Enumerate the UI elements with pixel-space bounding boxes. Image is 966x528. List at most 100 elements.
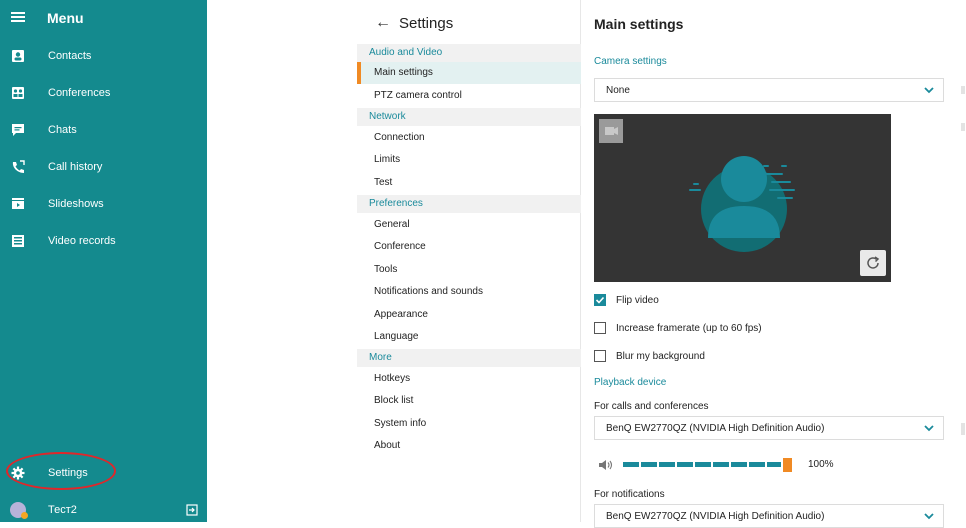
nav-item-label: Hotkeys	[374, 373, 411, 384]
conferences-icon	[12, 87, 24, 99]
nav-item-label: Main settings	[374, 67, 433, 78]
current-user[interactable]: Тест2	[0, 500, 207, 522]
main-menu: Menu Contacts Conferences Chats Call his…	[0, 0, 207, 522]
menu-header: Menu	[0, 0, 207, 36]
nav-item-general[interactable]: General	[357, 214, 581, 236]
nav-item-ptz-camera-control[interactable]: PTZ camera control	[357, 85, 581, 107]
settings-highlight-circle	[6, 452, 116, 490]
calls-device-label: For calls and conferences	[594, 401, 709, 412]
camera-settings-label: Camera settings	[594, 56, 667, 67]
nav-section-label: Audio and Video	[369, 47, 443, 58]
menu-item-call-history[interactable]: Call history	[0, 153, 207, 183]
volume-slider[interactable]	[623, 457, 798, 473]
menu-item-contacts[interactable]: Contacts	[0, 42, 207, 72]
playback-device-label: Playback device	[594, 377, 667, 388]
nav-section-audio-video: Audio and Video	[357, 44, 581, 62]
nav-item-block-list[interactable]: Block list	[357, 390, 581, 412]
edge-decoration	[961, 86, 965, 94]
nav-item-about[interactable]: About	[357, 435, 581, 457]
menu-item-chats[interactable]: Chats	[0, 116, 207, 146]
nav-item-test[interactable]: Test	[357, 172, 581, 194]
settings-nav-header: ← Settings	[357, 0, 581, 44]
menu-item-video-records[interactable]: Video records	[0, 227, 207, 257]
menu-item-conferences[interactable]: Conferences	[0, 79, 207, 109]
back-arrow-icon[interactable]: ←	[375, 14, 391, 32]
settings-nav: ← Settings Audio and Video Main settings…	[357, 0, 581, 522]
notifications-device-select[interactable]: BenQ EW2770QZ (NVIDIA High Definition Au…	[594, 504, 944, 528]
nav-item-system-info[interactable]: System info	[357, 413, 581, 435]
nav-item-label: Block list	[374, 395, 414, 406]
notifications-device-label: For notifications	[594, 489, 665, 500]
nav-item-notifications-and-sounds[interactable]: Notifications and sounds	[357, 281, 581, 303]
nav-section-label: Preferences	[369, 198, 423, 209]
call-history-icon	[12, 160, 25, 173]
nav-item-label: Connection	[374, 132, 425, 143]
checkbox-label: Flip video	[616, 295, 659, 306]
checkbox[interactable]	[594, 350, 606, 362]
nav-item-label: Appearance	[374, 309, 428, 320]
menu-title: Menu	[47, 10, 84, 26]
chevron-down-icon	[924, 87, 934, 94]
volume-percent: 100%	[808, 459, 834, 470]
checkbox-label: Increase framerate (up to 60 fps)	[616, 323, 762, 334]
nav-item-tools[interactable]: Tools	[357, 259, 581, 281]
nav-item-label: Test	[374, 177, 393, 188]
volume-slider-thumb	[783, 458, 792, 472]
menu-item-slideshows[interactable]: Slideshows	[0, 190, 207, 220]
settings-nav-title: Settings	[399, 15, 454, 32]
nav-item-language[interactable]: Language	[357, 326, 581, 348]
contacts-icon	[12, 50, 24, 62]
video-records-icon	[12, 235, 24, 247]
hamburger-icon[interactable]	[11, 11, 25, 23]
logout-icon[interactable]	[186, 504, 198, 516]
nav-item-label: About	[374, 440, 401, 451]
camera-select[interactable]: None	[594, 78, 944, 102]
menu-item-label: Contacts	[48, 50, 92, 62]
check-icon	[595, 296, 605, 304]
nav-item-label: Notifications and sounds	[374, 286, 483, 297]
nav-section-network: Network	[357, 108, 581, 126]
edge-decoration	[961, 123, 965, 131]
nav-item-label: PTZ camera control	[374, 90, 462, 101]
chevron-down-icon	[924, 513, 934, 520]
chevron-down-icon	[924, 425, 934, 432]
nav-item-label: Limits	[374, 154, 401, 165]
nav-item-label: General	[374, 219, 410, 230]
nav-section-label: Network	[369, 111, 406, 122]
nav-item-hotkeys[interactable]: Hotkeys	[357, 368, 581, 390]
nav-item-connection[interactable]: Connection	[357, 127, 581, 149]
user-placeholder-icon	[689, 156, 795, 252]
refresh-icon	[867, 256, 880, 269]
nav-item-main-settings[interactable]: Main settings	[357, 62, 581, 84]
nav-section-label: More	[369, 352, 392, 363]
page-title: Main settings	[594, 16, 684, 32]
nav-item-label: Conference	[374, 241, 426, 252]
camera-select-value: None	[606, 85, 630, 96]
refresh-camera-button[interactable]	[860, 250, 886, 276]
user-name: Тест2	[48, 504, 77, 516]
nav-section-more: More	[357, 349, 581, 367]
menu-item-label: Video records	[48, 235, 116, 247]
calls-device-value: BenQ EW2770QZ (NVIDIA High Definition Au…	[606, 423, 825, 434]
main-settings-panel: Main settings Camera settings None Flip …	[582, 0, 966, 528]
nav-item-label: Language	[374, 331, 419, 342]
notifications-device-value: BenQ EW2770QZ (NVIDIA High Definition Au…	[606, 511, 825, 522]
checkbox[interactable]	[594, 294, 606, 306]
menu-item-label: Conferences	[48, 87, 111, 99]
nav-item-appearance[interactable]: Appearance	[357, 304, 581, 326]
chats-icon	[12, 124, 24, 136]
menu-item-label: Slideshows	[48, 198, 104, 210]
menu-item-label: Call history	[48, 161, 103, 173]
edge-decoration	[961, 423, 965, 435]
nav-item-conference[interactable]: Conference	[357, 236, 581, 258]
slideshows-icon	[12, 198, 24, 209]
checkbox[interactable]	[594, 322, 606, 334]
calls-device-select[interactable]: BenQ EW2770QZ (NVIDIA High Definition Au…	[594, 416, 944, 440]
nav-item-limits[interactable]: Limits	[357, 149, 581, 171]
status-badge	[21, 512, 28, 519]
nav-section-preferences: Preferences	[357, 195, 581, 213]
checkbox-label: Blur my background	[616, 351, 705, 362]
nav-item-label: Tools	[374, 264, 398, 275]
menu-item-label: Chats	[48, 124, 77, 136]
nav-item-label: System info	[374, 418, 427, 429]
